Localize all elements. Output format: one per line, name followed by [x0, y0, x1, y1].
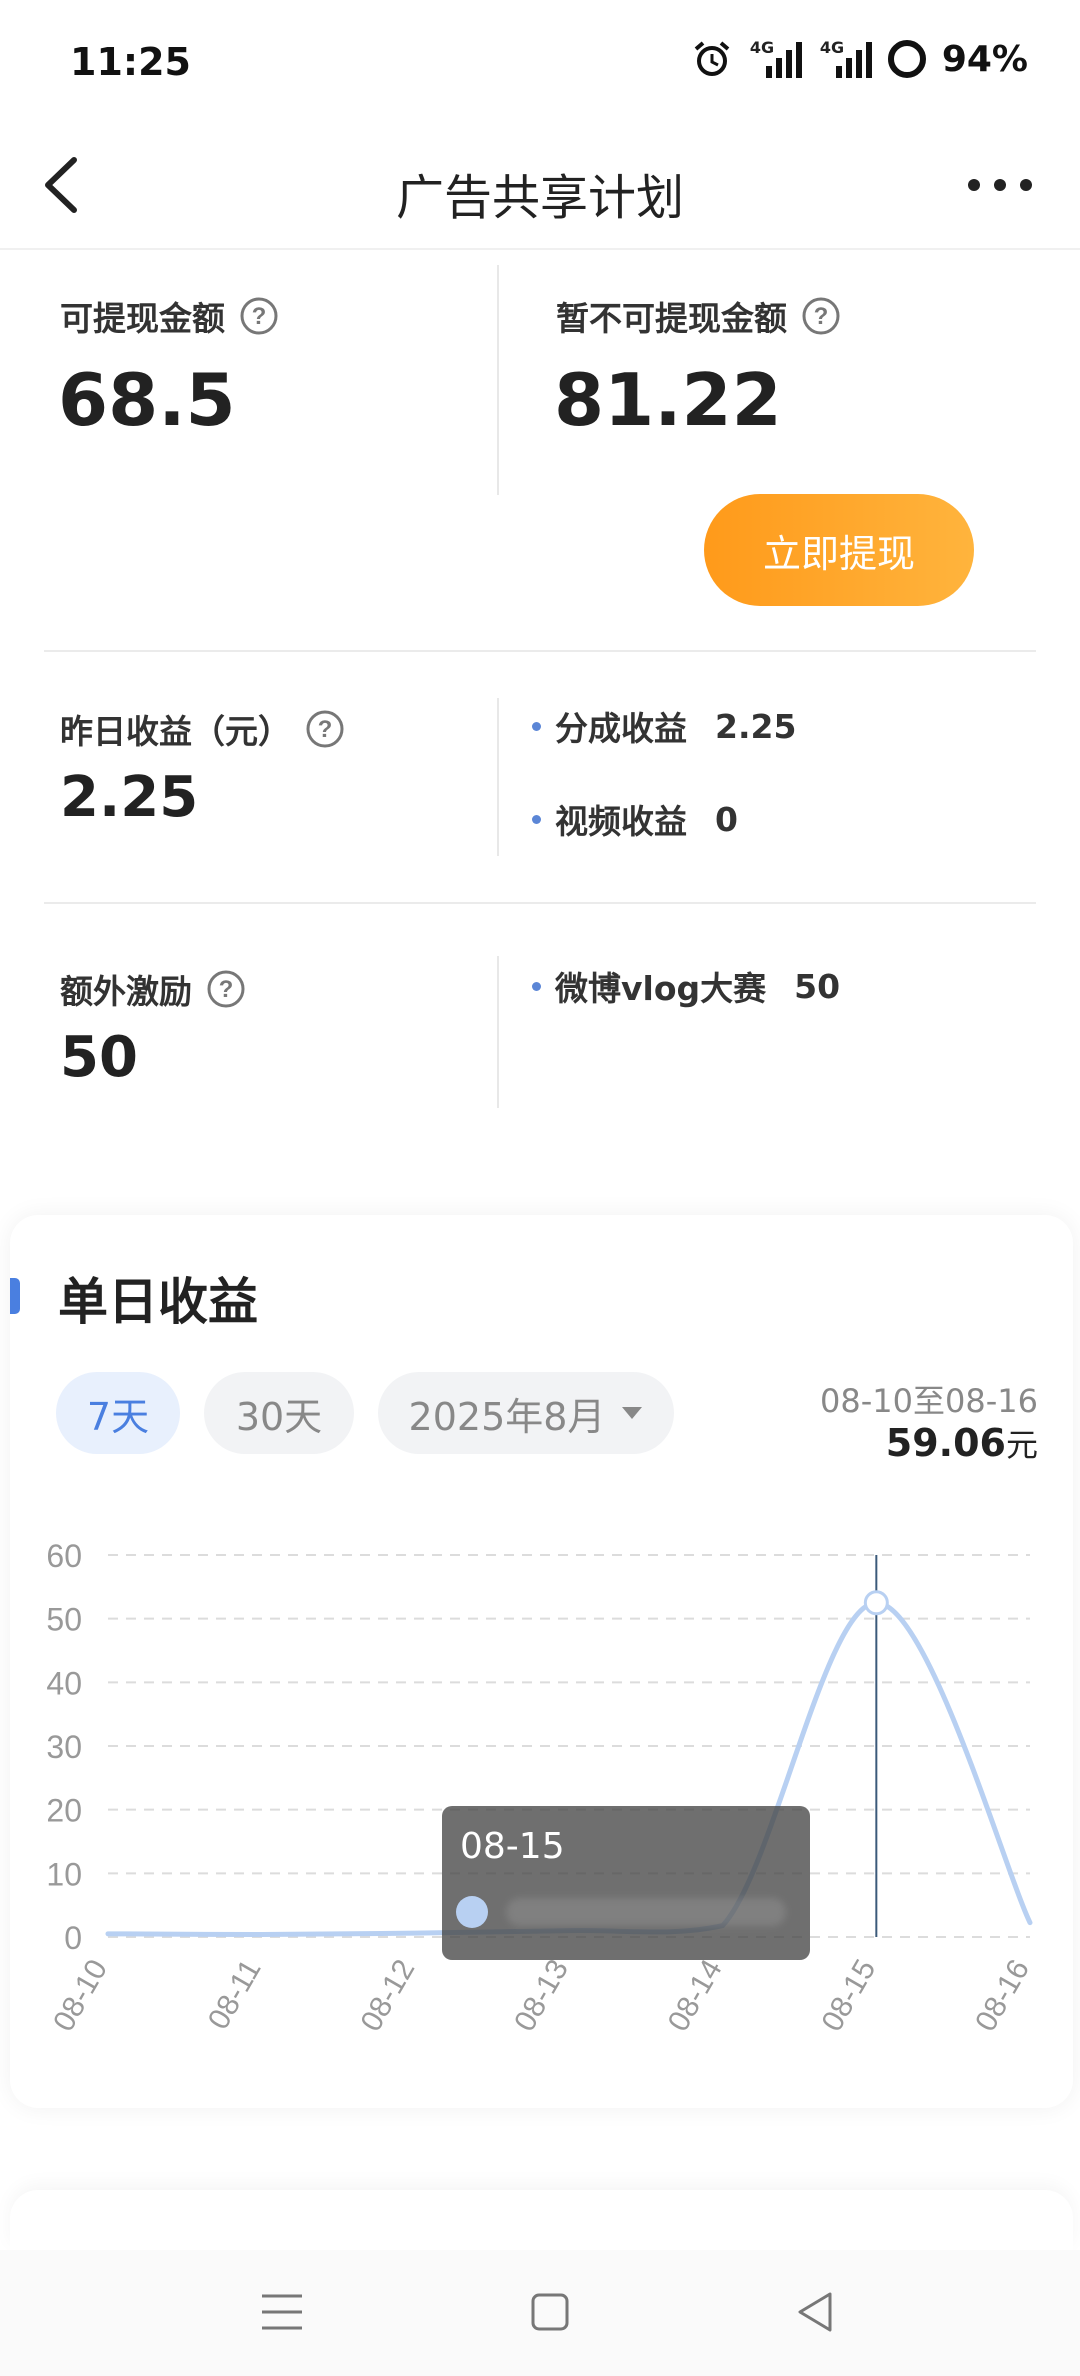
- svg-text:?: ?: [219, 976, 234, 1003]
- more-icon[interactable]: [960, 160, 1040, 210]
- pending-label: 暂不可提现金额 ?: [556, 292, 841, 340]
- caret-down-icon: [622, 1407, 643, 1419]
- title-accent-bar: [10, 1278, 20, 1314]
- bullet-dot: [532, 814, 541, 824]
- withdrawable-label: 可提现金额 ?: [60, 292, 279, 340]
- divider: [44, 650, 1036, 652]
- month-select[interactable]: 2025年8月: [378, 1372, 674, 1454]
- status-bar: 11:25 4G 4G 94%: [0, 0, 1080, 120]
- home-icon[interactable]: [530, 2292, 570, 2332]
- battery-ring-icon: [887, 40, 926, 78]
- tab-7-days[interactable]: 7天: [56, 1372, 180, 1454]
- daily-earnings-chart[interactable]: 0 10 20 30 40 50 60 08-10 08-11 08-12 08-13 08-14 08…: [0, 1500, 1080, 2060]
- withdrawable-value: 68.5: [58, 358, 236, 442]
- yesterday-value: 2.25: [60, 765, 199, 830]
- x-tick-label: 08-11: [202, 1954, 268, 2035]
- vlog-contest-item: 微博vlog大赛 50: [532, 962, 840, 1010]
- menu-icon[interactable]: [258, 2292, 306, 2332]
- tooltip-redacted-value: [506, 1898, 786, 1926]
- tooltip-series-dot: [456, 1896, 488, 1928]
- help-icon[interactable]: ?: [239, 296, 279, 336]
- back-triangle-icon[interactable]: [794, 2290, 834, 2334]
- bonus-value: 50: [60, 1025, 138, 1090]
- tooltip-date: 08-15: [460, 1826, 565, 1867]
- status-time: 11:25: [70, 40, 191, 84]
- system-nav-bar: [0, 2250, 1080, 2376]
- share-income-item: 分成收益 2.25: [532, 702, 796, 750]
- bullet-dot: [532, 721, 541, 731]
- y-tick-label: 30: [46, 1729, 82, 1765]
- svg-text:?: ?: [252, 303, 267, 330]
- x-tick-label: 08-10: [47, 1954, 114, 2037]
- daily-earnings-title: 单日收益: [58, 1273, 258, 1331]
- status-icons: 4G 4G 94%: [692, 38, 1028, 80]
- divider: [497, 265, 499, 495]
- divider: [497, 956, 499, 1108]
- svg-text:?: ?: [814, 303, 829, 330]
- y-tick-label: 10: [46, 1856, 82, 1892]
- y-tick-label: 20: [46, 1793, 82, 1829]
- bullet-dot: [532, 981, 541, 991]
- x-tick-label: 08-13: [508, 1954, 575, 2037]
- bonus-label: 额外激励 ?: [60, 965, 246, 1013]
- help-icon[interactable]: ?: [801, 296, 841, 336]
- divider: [44, 902, 1036, 904]
- pending-value: 81.22: [554, 358, 782, 442]
- x-tick-label: 08-15: [815, 1954, 882, 2037]
- nav-bar: 广告共享计划: [0, 120, 1080, 250]
- x-tick-label: 08-16: [969, 1954, 1036, 2037]
- alarm-icon: [694, 41, 730, 76]
- withdraw-button[interactable]: 立即提现: [704, 494, 974, 606]
- y-tick-label: 40: [46, 1665, 82, 1701]
- y-tick-label: 60: [46, 1538, 82, 1574]
- y-tick-label: 50: [46, 1602, 82, 1638]
- x-tick-label: 08-12: [354, 1954, 421, 2037]
- help-icon[interactable]: ?: [206, 969, 246, 1009]
- x-tick-label: 08-14: [662, 1954, 729, 2037]
- next-card: [10, 2190, 1073, 2250]
- data-point: [863, 1590, 889, 1616]
- svg-text:?: ?: [318, 716, 333, 743]
- chart-tooltip: 08-15: [442, 1806, 810, 1960]
- divider: [497, 698, 499, 856]
- range-total: 59.06元: [885, 1421, 1038, 1465]
- y-tick-label: 0: [64, 1920, 82, 1956]
- battery-percent: 94%: [941, 38, 1028, 80]
- video-income-item: 视频收益 0: [532, 795, 738, 843]
- page-title: 广告共享计划: [395, 170, 684, 226]
- signal-4g-icon-2: 4G: [816, 38, 872, 80]
- signal-4g-icon-1: 4G: [746, 38, 802, 80]
- help-icon[interactable]: ?: [305, 709, 345, 749]
- back-arrow-icon[interactable]: [30, 150, 100, 220]
- date-range: 08-10至08-16: [820, 1382, 1038, 1420]
- yesterday-label: 昨日收益（元） ?: [60, 705, 345, 753]
- tab-30-days[interactable]: 30天: [204, 1372, 354, 1454]
